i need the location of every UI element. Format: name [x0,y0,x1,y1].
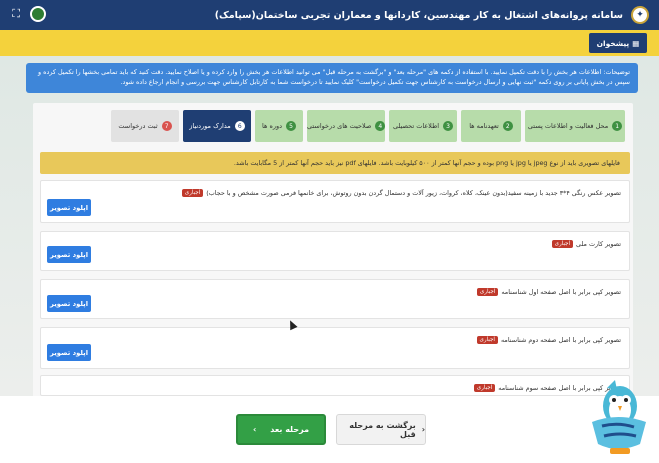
check-icon: 4 [375,121,385,131]
expand-icon[interactable]: ⛶ [8,8,20,20]
upload-id-page-2-button[interactable]: اپلود تصویر [47,344,91,361]
dashboard-icon: ▦ [632,38,640,48]
footer-bar [0,396,659,463]
previous-step-button[interactable]: ‹ برگشت به مرحله قبل [336,414,426,445]
organization-logo-icon [30,6,46,22]
check-icon: 3 [443,121,454,131]
required-badge: اجباری [476,336,498,344]
toolbar-strip [0,30,659,56]
required-badge: اجباری [476,288,499,296]
chevron-right-icon: ‹ [421,425,425,434]
step-number-icon: 7 [161,121,172,131]
app-header: ✦ سامانه پروانه‌های اشتغال به کار مهندسی… [0,0,659,30]
government-emblem-icon: ✦ [631,6,649,24]
tab-commitments[interactable]: 2 تعهدنامه ها [461,110,521,142]
info-alert: توضیحات: اطلاعات هر بخش را با دقت تکمیل … [26,63,638,93]
upload-national-card-button[interactable]: اپلود تصویر [47,246,91,263]
app-title: سامانه پروانه‌های اشتغال به کار مهندسین،… [214,9,623,21]
next-step-button[interactable]: مرحله بعد › [236,414,326,445]
document-row-id-page-1: تصویر کپی برابر با اصل صفحه اول شناسنامه… [40,279,630,319]
document-row-id-page-2: تصویر کپی برابر با اصل صفحه دوم شناسنامه… [40,327,630,369]
tab-submit-request[interactable]: 7 ثبت درخواست [111,110,179,142]
tab-qualifications[interactable]: 4 صلاحیت های درخواستی [307,110,385,142]
tab-required-documents[interactable]: 6 مدارک موردنیاز [183,110,251,142]
step-tabs: 1 محل فعالیت و اطلاعات پستی 2 تعهدنامه ها … [95,110,625,142]
document-row-id-page-3: تصویر کپی برابر با اصل صفحه سوم شناسنامه… [40,375,630,396]
check-icon: 5 [286,121,297,131]
tab-activity-location[interactable]: 1 محل فعالیت و اطلاعات پستی [525,110,625,142]
upload-id-page-1-button[interactable]: اپلود تصویر [47,295,91,312]
check-icon: 1 [612,121,623,131]
tab-courses[interactable]: 5 دوره ها [255,110,303,142]
required-badge: اجباری [473,384,496,392]
check-icon: 2 [502,121,513,131]
dashboard-button[interactable]: ▦ پیشخوان [589,33,647,53]
step-number-icon: 6 [234,121,245,131]
chevron-left-icon: › [252,425,257,434]
bird-mascot-logo [592,380,646,454]
document-row-photo: تصویر عکس رنگی ۴*۳ جدید با زمینه سفید(بد… [40,180,630,223]
tab-education[interactable]: 3 اطلاعات تحصیلی [389,110,457,142]
required-badge: اجباری [551,240,574,248]
document-row-national-card: تصویر کارت ملی اجباری اپلود تصویر [40,231,630,271]
required-badge: اجباری [181,189,204,197]
file-requirements-warning: فایلهای تصویری باید از نوع jpeg یا jpg ی… [40,152,630,174]
upload-photo-button[interactable]: اپلود تصویر [47,199,91,216]
